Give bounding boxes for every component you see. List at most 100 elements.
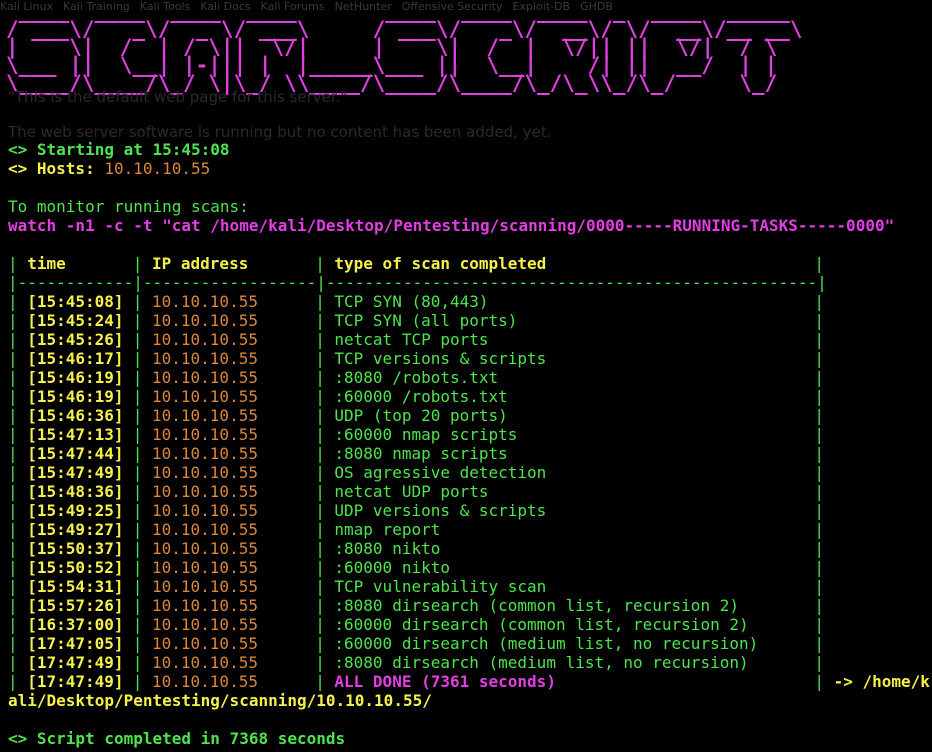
table-pipe: |	[8, 254, 18, 273]
table-pipe: |	[814, 577, 825, 596]
row-ip: 10.10.10.55	[152, 634, 258, 653]
row-time: [15:49:25]	[27, 501, 124, 520]
row-time: [15:46:17]	[27, 349, 124, 368]
table-pipe: |	[8, 368, 18, 387]
terminal-window[interactable]: Kali Linux Kali Training Kali Tools Kali Do…	[0, 0, 932, 752]
hosts-value: 10.10.10.55	[104, 159, 211, 178]
table-pipe: |	[814, 463, 825, 482]
table-row: | [15:47:44] | 10.10.10.55 |:8080 nmap scrip…	[8, 444, 932, 463]
row-ip: 10.10.10.55	[152, 653, 258, 672]
table-pipe: |	[132, 482, 143, 501]
table-pipe: |	[814, 539, 825, 558]
table-row-final: | [17:47:49] | 10.10.10.55 | ALL DONE (7361 s…	[8, 672, 932, 691]
row-time: [17:47:49]	[27, 672, 124, 691]
hosts-line: <> Hosts: 10.10.10.55	[8, 159, 210, 178]
row-ip: 10.10.10.55	[152, 596, 258, 615]
table-pipe: |	[132, 425, 143, 444]
table-pipe: |	[132, 330, 143, 349]
row-ip: 10.10.10.55	[152, 292, 258, 311]
row-ip: 10.10.10.55	[152, 672, 258, 691]
table-pipe: |	[315, 330, 325, 349]
row-ip: 10.10.10.55	[152, 425, 258, 444]
row-scan-type: :60000 dirsearch (medium list, no recurs…	[334, 634, 759, 653]
table-row: | [15:46:36] | 10.10.10.55 | UDP (top 20 port…	[8, 406, 932, 425]
table-pipe: |	[814, 634, 825, 653]
table-pipe: |	[8, 672, 18, 691]
monitor-label: To monitor running scans:	[8, 197, 249, 216]
table-pipe: |	[8, 425, 18, 444]
table-row: | [16:37:00] | 10.10.10.55 |:60000 dirsearch…	[8, 615, 932, 634]
hosts-label: <> Hosts:	[8, 159, 105, 178]
table-pipe: |	[814, 672, 825, 691]
table-pipe: |	[814, 615, 825, 634]
table-pipe: |	[315, 368, 325, 387]
table-pipe: |	[8, 463, 18, 482]
row-ip: 10.10.10.55	[152, 311, 258, 330]
table-pipe: |	[8, 634, 18, 653]
row-time: [15:50:37]	[27, 539, 124, 558]
table-pipe: |	[8, 482, 18, 501]
table-pipe: |	[315, 349, 325, 368]
row-scan-type: TCP SYN (all ports)	[334, 311, 518, 330]
table-pipe: |	[315, 311, 325, 330]
row-time: [15:45:08]	[27, 292, 124, 311]
table-pipe: |	[8, 387, 18, 406]
table-pipe: |	[8, 653, 18, 672]
table-pipe: |	[132, 558, 143, 577]
row-ip: 10.10.10.55	[152, 501, 258, 520]
row-ip: 10.10.10.55	[152, 330, 258, 349]
row-ip: 10.10.10.55	[152, 539, 258, 558]
row-ip: 10.10.10.55	[152, 444, 258, 463]
table-row: | [17:47:49] | 10.10.10.55 |:8080 dirsearch …	[8, 653, 932, 672]
row-scan-type: nmap report	[334, 520, 441, 539]
row-ip: 10.10.10.55	[152, 368, 258, 387]
table-pipe: |	[132, 349, 143, 368]
table-pipe: |	[8, 577, 18, 596]
row-time: [15:49:27]	[27, 520, 124, 539]
starting-time: <> Starting at 15:45:08	[8, 140, 230, 159]
monitor-command[interactable]: watch -n1 -c -t "cat /home/kali/Desktop/…	[8, 216, 894, 235]
table-pipe: |	[814, 349, 825, 368]
table-header: | time | IP address | type of scan completed |	[8, 254, 932, 273]
table-pipe: |	[315, 520, 325, 539]
row-time: [15:46:19]	[27, 387, 124, 406]
row-time: [15:47:44]	[27, 444, 124, 463]
table-pipe: |	[8, 520, 18, 539]
table-pipe: |	[814, 558, 825, 577]
row-scan-type: TCP SYN (80,443)	[334, 292, 489, 311]
row-time: [15:47:49]	[27, 463, 124, 482]
row-ip: 10.10.10.55	[152, 520, 258, 539]
table-pipe: |	[132, 387, 143, 406]
table-pipe: |	[132, 368, 143, 387]
table-pipe: |	[315, 653, 325, 672]
row-time: [17:47:05]	[27, 634, 124, 653]
header-ip: IP address	[152, 254, 249, 273]
table-pipe: |	[315, 444, 325, 463]
header-time: time	[27, 254, 66, 273]
table-pipe: |	[132, 292, 143, 311]
table-row: | [15:46:19] | 10.10.10.55 |:60000 /robots.t…	[8, 387, 932, 406]
table-pipe: |	[132, 615, 143, 634]
table-pipe: |	[8, 292, 18, 311]
table-row: | [15:47:13] | 10.10.10.55 |:60000 nmap scri…	[8, 425, 932, 444]
row-scan-type: :8080 nmap scripts	[334, 444, 508, 463]
table-pipe: |	[8, 311, 18, 330]
row-ip: 10.10.10.55	[152, 577, 258, 596]
row-scan-type: :8080 /robots.txt	[334, 368, 499, 387]
row-ip: 10.10.10.55	[152, 482, 258, 501]
table-separator: |------------|------------------|-------…	[8, 273, 932, 292]
row-time: [15:47:13]	[27, 425, 124, 444]
table-pipe: |	[132, 596, 143, 615]
table-pipe: |	[8, 444, 18, 463]
row-time: [15:54:31]	[27, 577, 124, 596]
table-pipe: |	[315, 539, 325, 558]
row-scan-type: :8080 nikto	[334, 539, 441, 558]
table-pipe: |	[814, 520, 825, 539]
table-pipe: |	[132, 463, 143, 482]
script-completed: <> Script completed in 7368 seconds	[8, 729, 346, 748]
row-time: [15:45:26]	[27, 330, 124, 349]
row-scan-type: OS agressive detection	[334, 463, 547, 482]
table-row: | [15:48:36] | 10.10.10.55 | netcat UDP ports…	[8, 482, 932, 501]
table-pipe: |	[315, 254, 325, 273]
row-ip: 10.10.10.55	[152, 406, 258, 425]
